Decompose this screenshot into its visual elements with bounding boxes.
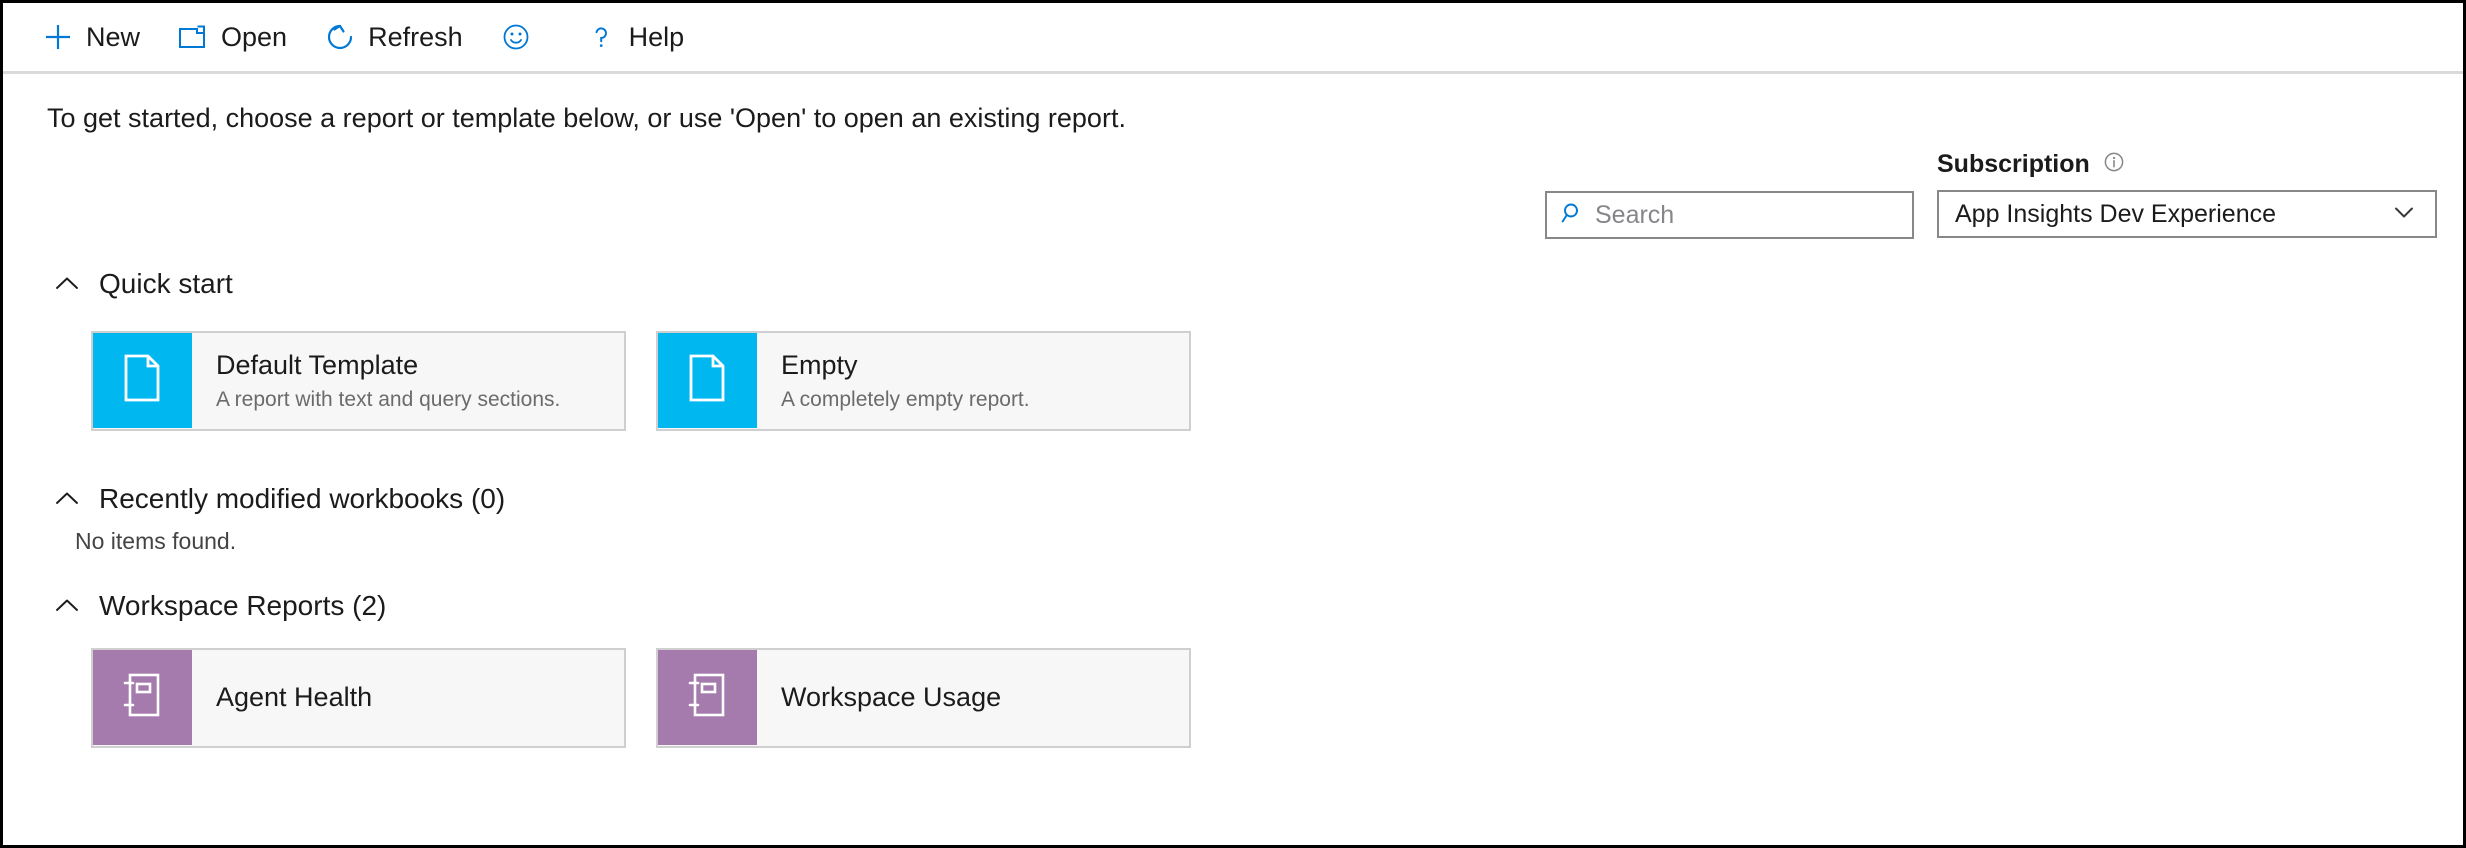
- command-toolbar: New Open Refresh: [3, 3, 2463, 71]
- refresh-icon: [323, 20, 357, 54]
- card-title: Default Template: [216, 350, 624, 381]
- smiley-icon: [499, 20, 533, 54]
- document-icon: [685, 353, 729, 408]
- open-button-label: Open: [221, 24, 287, 51]
- card-title: Empty: [781, 350, 1189, 381]
- workbook-icon: [684, 670, 730, 725]
- card-subtitle: A report with text and query sections.: [216, 388, 624, 412]
- template-card-empty[interactable]: Empty A completely empty report.: [656, 331, 1191, 431]
- refresh-button-label: Refresh: [368, 24, 463, 51]
- help-button[interactable]: Help: [584, 12, 685, 62]
- card-icon-tile: [92, 649, 192, 745]
- workbooks-gallery-page: New Open Refresh: [0, 0, 2466, 848]
- card-body: Empty A completely empty report.: [757, 333, 1189, 429]
- document-icon: [120, 353, 164, 408]
- section-header-quick-start[interactable]: Quick start: [51, 268, 233, 300]
- subscription-label: Subscription: [1937, 150, 2090, 179]
- subscription-selected-value: App Insights Dev Experience: [1955, 200, 2276, 229]
- subscription-dropdown[interactable]: App Insights Dev Experience: [1937, 190, 2437, 238]
- section-title-recently-modified: Recently modified workbooks (0): [99, 483, 505, 515]
- section-header-recently-modified[interactable]: Recently modified workbooks (0): [51, 483, 505, 515]
- chevron-up-icon: [51, 590, 83, 622]
- workbook-icon: [119, 670, 165, 725]
- card-body: Agent Health: [192, 650, 624, 746]
- chevron-up-icon: [51, 483, 83, 515]
- template-card-default-template[interactable]: Default Template A report with text and …: [91, 331, 626, 431]
- card-icon-tile: [92, 332, 192, 428]
- card-body: Workspace Usage: [757, 650, 1189, 746]
- page-instruction-text: To get started, choose a report or templ…: [47, 103, 1126, 134]
- card-icon-tile: [657, 649, 757, 745]
- card-body: Default Template A report with text and …: [192, 333, 624, 429]
- info-icon[interactable]: [2102, 150, 2126, 179]
- card-icon-tile: [657, 332, 757, 428]
- help-button-label: Help: [629, 24, 685, 51]
- chevron-up-icon: [51, 268, 83, 300]
- section-title-quick-start: Quick start: [99, 268, 233, 300]
- refresh-button[interactable]: Refresh: [323, 12, 463, 62]
- new-button-label: New: [86, 24, 140, 51]
- workspace-report-card-workspace-usage[interactable]: Workspace Usage: [656, 648, 1191, 748]
- subscription-label-row: Subscription: [1937, 148, 2437, 180]
- recently-modified-empty-text: No items found.: [75, 528, 236, 555]
- search-icon: [1561, 201, 1585, 230]
- search-box[interactable]: [1545, 191, 1914, 239]
- question-icon: [584, 20, 618, 54]
- section-title-workspace-reports: Workspace Reports (2): [99, 590, 386, 622]
- new-button[interactable]: New: [41, 12, 140, 62]
- chevron-down-icon: [2389, 197, 2419, 232]
- open-button[interactable]: Open: [176, 12, 287, 62]
- subscription-filter: Subscription App Insights Dev Experience: [1937, 148, 2437, 238]
- card-subtitle: A completely empty report.: [781, 388, 1189, 412]
- search-input[interactable]: [1595, 195, 1895, 235]
- plus-icon: [41, 20, 75, 54]
- section-header-workspace-reports[interactable]: Workspace Reports (2): [51, 590, 386, 622]
- folder-icon: [176, 20, 210, 54]
- card-title: Workspace Usage: [781, 682, 1189, 713]
- card-title: Agent Health: [216, 682, 624, 713]
- feedback-button[interactable]: [499, 12, 544, 62]
- toolbar-divider: [3, 71, 2463, 74]
- workspace-report-card-agent-health[interactable]: Agent Health: [91, 648, 626, 748]
